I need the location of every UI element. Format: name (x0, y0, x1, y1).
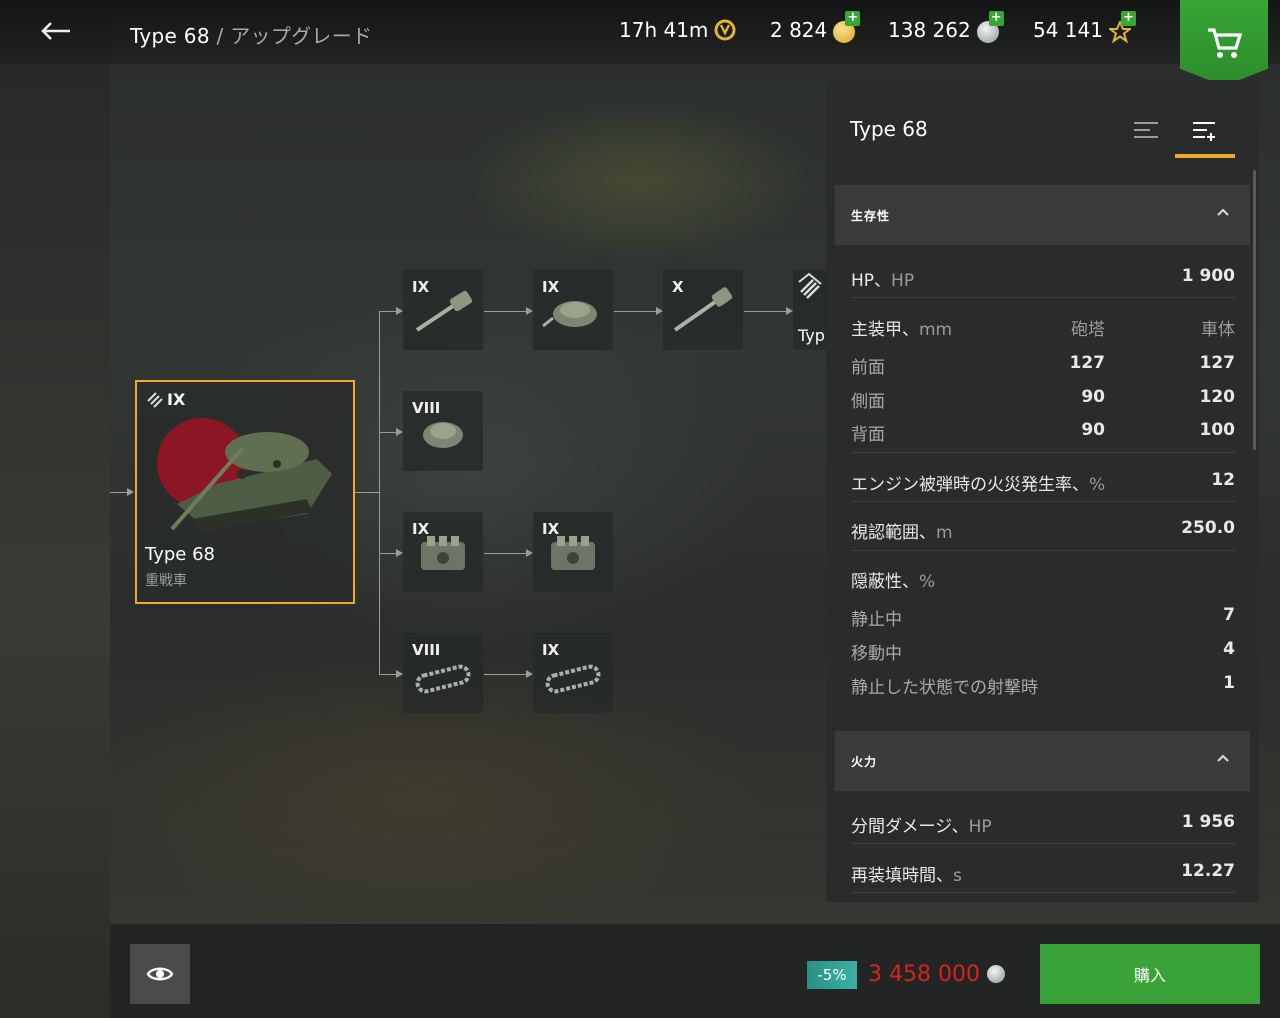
silver-coin-icon (986, 965, 1005, 983)
tank-name: Type 68 (145, 544, 215, 565)
turret-icon (542, 301, 597, 328)
panel-title: Type 68 (850, 117, 928, 141)
stat-fire-chance: エンジン被弾時の火災発生率、% 12 (851, 470, 1235, 495)
free-xp-balance[interactable]: 54 141 + (1033, 11, 1136, 43)
gun-icon (673, 287, 733, 332)
chevron-up-icon (1217, 754, 1229, 762)
eye-icon (146, 967, 174, 981)
tab-detailed-stats[interactable] (1175, 112, 1235, 158)
credits-balance[interactable]: 138 262 + (888, 11, 1004, 43)
background-strip (0, 0, 110, 1018)
gold-amount: 2 824 (770, 18, 828, 42)
stat-camo-firing: 静止した状態での射撃時 1 (851, 673, 1235, 698)
preview-button[interactable] (130, 944, 190, 1004)
tank-tier: IX (147, 390, 185, 409)
next-tank-node[interactable]: Typ (793, 270, 827, 350)
module-tracks-ix[interactable]: IX (533, 633, 613, 713)
engine-icon (551, 536, 595, 570)
module-gun-x[interactable]: X (663, 270, 743, 350)
breadcrumb: Type 68 / アップグレード (130, 20, 372, 49)
stat-reload: 再装填時間、s 12.27 (851, 861, 1235, 886)
gold-coin-icon: + (833, 11, 861, 43)
stat-camo-header: 隠蔽性、% (851, 572, 936, 592)
section-survivability-header[interactable]: 生存性 (835, 185, 1250, 245)
module-tracks-viii[interactable]: VIII (403, 633, 483, 713)
premium-timer[interactable]: 17h 41m (619, 18, 736, 42)
premium-icon (714, 19, 736, 41)
stats-panel: Type 68 生存性 HP、HP 1 900 主装甲、mm 砲塔 車体 前面 127 1… (826, 80, 1259, 902)
stat-camo-stationary: 静止中 7 (851, 605, 1235, 630)
gun-icon (415, 290, 473, 332)
stat-armor-rear: 背面 90 100 (851, 420, 1235, 445)
gold-balance[interactable]: 2 824 + (770, 11, 861, 43)
page-subtitle: アップグレード (230, 24, 373, 48)
add-gold-icon[interactable]: + (845, 11, 861, 26)
module-turret-viii[interactable]: VIII (403, 391, 483, 471)
module-engine-ix-2[interactable]: IX (533, 512, 613, 592)
stat-camo-moving: 移動中 4 (851, 639, 1235, 664)
cart-icon (1208, 28, 1242, 58)
buy-button[interactable]: 購入 (1040, 944, 1260, 1004)
shop-button[interactable] (1180, 0, 1268, 86)
add-xp-icon[interactable]: + (1120, 11, 1136, 26)
tracks-icon (415, 664, 471, 694)
price-value: 3 458 000 (868, 962, 980, 987)
tracks-icon (545, 664, 601, 694)
engine-icon (421, 536, 465, 570)
section-firepower-header[interactable]: 火力 (835, 731, 1250, 791)
discount-badge: -5% (807, 961, 857, 989)
stat-armor-front: 前面 127 127 (851, 353, 1235, 378)
back-arrow-icon[interactable] (36, 14, 76, 48)
next-tank-label: Typ (798, 326, 825, 345)
heavy-tank-class-icon (798, 272, 822, 299)
turret-icon (423, 422, 463, 448)
star-icon: + (1108, 11, 1136, 43)
free-xp-amount: 54 141 (1033, 18, 1103, 42)
price: 3 458 000 (868, 962, 1005, 987)
list-icon (1134, 122, 1158, 138)
silver-coin-icon: + (976, 11, 1004, 43)
stat-armor-side: 側面 90 120 (851, 387, 1235, 412)
tank-image (170, 432, 332, 532)
page-title: Type 68 (130, 24, 210, 48)
module-gun-ix[interactable]: IX (403, 270, 483, 350)
module-engine-ix[interactable]: IX (403, 512, 483, 592)
credits-amount: 138 262 (888, 18, 971, 42)
breadcrumb-separator: / (209, 24, 231, 48)
stat-armor-header: 主装甲、mm 砲塔 車体 (851, 320, 1235, 340)
current-tank-card[interactable]: IX Type 68 重戦車 (135, 380, 355, 604)
stat-dpm: 分間ダメージ、HP 1 956 (851, 812, 1235, 837)
tank-class: 重戦車 (145, 573, 187, 589)
stat-view-range: 視認範囲、m 250.0 (851, 518, 1235, 543)
panel-scrollbar[interactable] (1253, 170, 1256, 450)
add-credits-icon[interactable]: + (988, 11, 1004, 26)
stat-hp: HP、HP 1 900 (851, 266, 1235, 291)
heavy-tank-class-icon (147, 391, 163, 408)
premium-timer-text: 17h 41m (619, 18, 709, 42)
chevron-up-icon (1217, 208, 1229, 216)
module-turret-ix[interactable]: IX (533, 270, 613, 350)
list-plus-icon (1193, 122, 1215, 141)
tab-compact-stats[interactable] (1116, 112, 1176, 158)
